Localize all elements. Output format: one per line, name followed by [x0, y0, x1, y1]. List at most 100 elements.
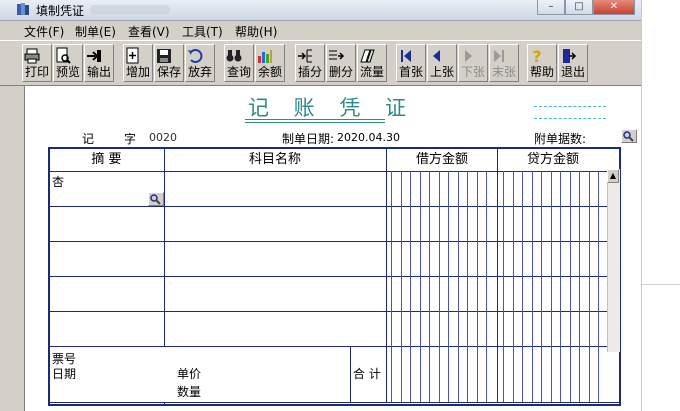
- column-credit: 贷方金额: [526, 152, 579, 167]
- maximize-button[interactable]: □: [565, 0, 593, 15]
- digit-line: [419, 171, 421, 402]
- magnifier-icon: [150, 194, 161, 205]
- minimize-button[interactable]: –: [537, 0, 565, 15]
- date-label: 制单日期:: [282, 132, 335, 146]
- summary-cell-text[interactable]: 杏: [52, 173, 64, 190]
- first-button[interactable]: 首张: [396, 44, 426, 82]
- dept-label: 部 门: [320, 403, 348, 404]
- title-underline-2: [245, 122, 385, 123]
- column-summary: 摘 要: [91, 152, 122, 167]
- digit-line: [429, 171, 430, 402]
- export-button[interactable]: 输出: [84, 44, 114, 82]
- digit-line: [531, 171, 533, 402]
- unit-price-label: 单价: [177, 367, 202, 381]
- add-icon: [126, 47, 139, 64]
- voucher-date[interactable]: 2020.04.30: [337, 131, 400, 144]
- undo-icon: [188, 49, 203, 63]
- digit-line: [588, 171, 590, 402]
- last-icon: [494, 50, 504, 62]
- digit-line: [522, 171, 523, 402]
- last-button[interactable]: 末张: [489, 44, 519, 82]
- row-line: [50, 276, 608, 277]
- column-account: 科目名称: [248, 152, 301, 167]
- balance-button[interactable]: 余额: [255, 44, 285, 82]
- column-debit: 借方金额: [415, 152, 468, 167]
- digit-line: [579, 171, 580, 402]
- menu-tools[interactable]: 工具(T): [182, 23, 223, 40]
- voucher-title: 记 账 凭 证: [248, 96, 416, 120]
- col-line: [164, 149, 165, 346]
- next-icon: [465, 50, 472, 62]
- close-button[interactable]: ✕: [593, 0, 635, 15]
- menu-bar: 文件(F) 制单(E) 查看(V) 工具(T) 帮助(H): [0, 21, 641, 39]
- col-line: [164, 402, 165, 404]
- app-icon: [17, 3, 29, 15]
- print-button[interactable]: 打印: [22, 44, 52, 82]
- digit-line: [448, 171, 449, 402]
- vertical-scrollbar[interactable]: [607, 169, 620, 352]
- preview-button[interactable]: 预览: [53, 44, 83, 82]
- digit-line: [550, 171, 552, 402]
- dash-line: [534, 106, 606, 107]
- person-label: 个 人: [490, 403, 518, 404]
- row-line: [50, 171, 619, 172]
- insert-line-icon: [298, 49, 312, 63]
- discard-button[interactable]: 放弃: [185, 44, 215, 82]
- row-line: [50, 206, 608, 207]
- help-button[interactable]: ? 帮助: [527, 44, 557, 82]
- row-line: [50, 346, 619, 347]
- menu-file[interactable]: 文件(F): [24, 23, 64, 40]
- digit-line: [512, 171, 514, 402]
- printer-icon: [24, 48, 40, 64]
- digit-line: [457, 171, 459, 402]
- voucher-type[interactable]: 记: [82, 130, 94, 147]
- digit-line: [410, 171, 411, 402]
- summary-lookup-button[interactable]: [148, 192, 164, 206]
- voucher-number: 0020: [149, 131, 177, 144]
- col-line: [386, 149, 387, 402]
- prev-icon: [433, 50, 440, 62]
- title-bar[interactable]: 填制凭证 – □ ✕: [0, 0, 641, 21]
- svg-text:?: ?: [532, 47, 541, 65]
- add-button[interactable]: 增加: [123, 44, 153, 82]
- cashflow-button[interactable]: 流量: [357, 44, 387, 82]
- next-button[interactable]: 下张: [458, 44, 488, 82]
- scroll-up-button[interactable]: ▲: [607, 169, 619, 183]
- voucher-number-label: 字: [124, 132, 137, 146]
- save-icon: [157, 49, 171, 63]
- item-label: 项 目: [80, 403, 108, 404]
- col-line: [350, 346, 351, 402]
- digit-line: [503, 171, 504, 402]
- digit-line: [476, 171, 478, 402]
- digit-line: [400, 171, 402, 402]
- attach-label: 附单据数:: [534, 132, 587, 146]
- help-icon: ?: [532, 47, 541, 65]
- digit-line: [467, 171, 468, 402]
- menu-help[interactable]: 帮助(H): [235, 23, 277, 40]
- save-button[interactable]: 保存: [154, 44, 184, 82]
- row-line: [50, 241, 608, 242]
- digit-line: [438, 171, 440, 402]
- magnifier-icon: [623, 131, 634, 142]
- window-title: 填制凭证: [36, 4, 85, 18]
- digit-line: [541, 171, 542, 402]
- digit-line: [560, 171, 561, 402]
- menu-voucher[interactable]: 制单(E): [75, 23, 116, 40]
- prev-button[interactable]: 上张: [427, 44, 457, 82]
- desktop-background: [642, 0, 680, 411]
- title-blur: [90, 5, 170, 14]
- voucher-window: 填制凭证 – □ ✕ 文件(F) 制单(E) 查看(V) 工具(T) 帮助(H)…: [0, 0, 641, 411]
- toolbar: 打印 预览 输出 增加 保存 放弃 查询 余额 插分 删分 流量 首张 上张 下…: [0, 40, 641, 86]
- digit-line: [486, 171, 487, 402]
- export-icon: [87, 50, 101, 62]
- attach-lookup-button[interactable]: [621, 129, 637, 143]
- query-button[interactable]: 查询: [224, 44, 254, 82]
- insert-line-button[interactable]: 插分: [295, 44, 325, 82]
- preview-icon: [56, 47, 71, 64]
- delete-line-button[interactable]: 删分: [326, 44, 356, 82]
- exit-button[interactable]: 退出: [558, 44, 588, 82]
- dash-line: [534, 118, 606, 119]
- balance-chart-icon: [258, 50, 272, 63]
- title-underline: [245, 119, 385, 120]
- menu-view[interactable]: 查看(V): [128, 23, 170, 40]
